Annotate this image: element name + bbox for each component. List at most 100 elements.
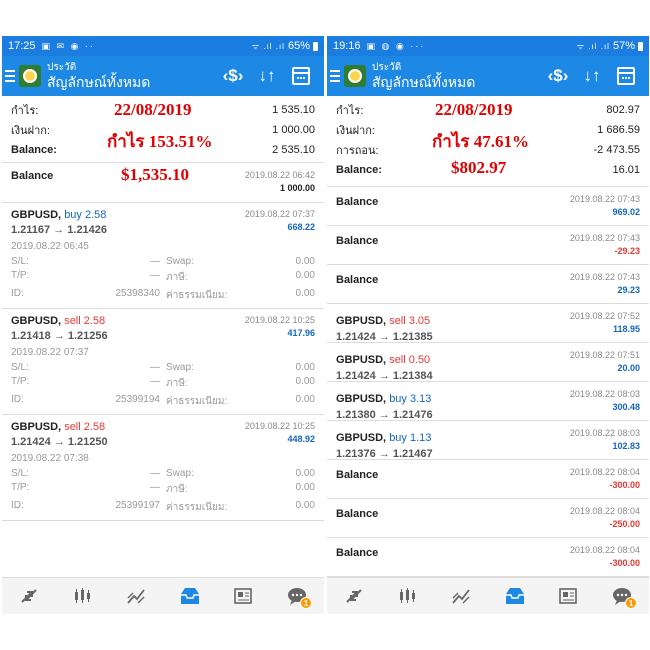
trade-icon[interactable] <box>446 581 476 611</box>
news-icon[interactable] <box>553 581 583 611</box>
right-phone-screen: 19:16 ▣ ◍ ◉ ··· ᯤ .ıl .ıl 57% ประวัติ สั… <box>327 36 649 614</box>
tax-value: 0.00 <box>295 376 315 387</box>
app-bar-title: สัญลักษณ์ทั้งหมด <box>47 73 151 90</box>
app-bar-titles[interactable]: ประวัติ สัญลักษณ์ทั้งหมด <box>372 62 541 90</box>
deal-prices: 1.21380 → 1.21476 <box>336 409 433 421</box>
deal-close-time: 2019.08.22 10:25 <box>244 421 315 431</box>
balance-row[interactable]: Balance 2019.08.22 08:04 -300.00 <box>327 460 649 499</box>
row-time: 2019.08.22 07:43 <box>569 272 640 282</box>
trade-icon[interactable] <box>121 581 151 611</box>
swap-label: Swap: <box>166 362 194 373</box>
sl-label: S/L: <box>11 362 29 373</box>
app-logo-icon <box>344 65 366 87</box>
balance-row[interactable]: Balance 2019.08.22 08:04 -300.00 <box>327 538 649 577</box>
deal-row[interactable]: GBPUSD, sell 0.50 1.21424 → 1.21384 2019.0… <box>327 343 649 382</box>
tp-label: T/P: <box>11 482 30 493</box>
balance-row[interactable]: Balance 2019.08.22 07:43 969.02 <box>327 187 649 226</box>
notification-icons: ▣ ◍ ◉ ··· <box>366 40 426 51</box>
tax-value: 0.00 <box>295 482 315 493</box>
balance-row[interactable]: Balance 2019.08.22 08:04 -250.00 <box>327 499 649 538</box>
deal-row[interactable]: GBPUSD, sell 2.58 2019.08.22 10:25 448.9… <box>2 415 324 521</box>
deal-row[interactable]: GBPUSD, sell 3.05 1.21424 → 1.21385 2019.0… <box>327 304 649 343</box>
balance-label: Balance <box>336 508 379 520</box>
id-value: 25399197 <box>115 500 161 511</box>
tp-value: — <box>150 270 160 281</box>
news-icon[interactable] <box>228 581 258 611</box>
calendar-button[interactable] <box>609 56 643 96</box>
balance-row[interactable]: Balance 2019.08.22 07:43 -29.23 <box>327 226 649 265</box>
deal-symbol: GBPUSD, <box>11 315 62 327</box>
row-amount: 29.23 <box>617 285 640 295</box>
status-bar: 19:16 ▣ ◍ ◉ ··· ᯤ .ıl .ıl 57% <box>327 36 649 56</box>
chat-icon[interactable]: 1 <box>282 581 313 611</box>
account-summary: กำไร: 802.97 เงินฝาก: 1 686.59 การถอน: -… <box>327 96 649 187</box>
row-time: 2019.08.22 08:03 <box>569 428 640 438</box>
balance-amount: 1 000.00 <box>279 183 315 193</box>
menu-icon[interactable] <box>5 70 15 82</box>
deal-side: sell 2.58 <box>64 315 106 327</box>
chart-icon[interactable] <box>392 581 422 611</box>
overlay-amount: $802.97 <box>451 158 507 177</box>
deal-row[interactable]: GBPUSD, sell 2.58 2019.08.22 10:25 417.9… <box>2 309 324 415</box>
tax-label: ภาษี: <box>166 484 188 495</box>
summary-key: การถอน: <box>336 145 379 157</box>
battery-level: 65% <box>287 40 310 52</box>
deal-side: sell 3.05 <box>389 315 431 327</box>
app-bar-titles[interactable]: ประวัติ สัญลักษณ์ทั้งหมด <box>47 62 216 90</box>
chat-icon[interactable]: 1 <box>607 581 638 611</box>
app-bar: ประวัติ สัญลักษณ์ทั้งหมด ‹$› ↓↑ <box>2 56 324 96</box>
balance-row[interactable]: Balance 2019.08.22 07:43 29.23 <box>327 265 649 304</box>
status-time: 19:16 <box>333 40 361 52</box>
sort-button[interactable]: ↓↑ <box>250 56 284 96</box>
bottom-nav: 1 <box>2 577 324 614</box>
row-time: 2019.08.22 07:43 <box>569 194 640 204</box>
summary-value: 1 000.00 <box>272 124 315 136</box>
quotes-icon[interactable] <box>14 581 44 611</box>
row-time: 2019.08.22 08:04 <box>569 467 640 477</box>
row-time: 2019.08.22 08:03 <box>569 389 640 399</box>
history-icon[interactable] <box>500 581 530 611</box>
row-amount: 969.02 <box>612 207 640 217</box>
summary-value: 1 535.10 <box>272 104 315 116</box>
deal-row[interactable]: GBPUSD, buy 1.13 1.21376 → 1.21467 2019.08… <box>327 421 649 460</box>
balance-label: Balance <box>336 469 379 481</box>
menu-icon[interactable] <box>330 70 340 82</box>
account-summary: กำไร: 1 535.10 เงินฝาก: 1 000.00 Balance… <box>2 96 324 163</box>
deal-open-time: 2019.08.22 06:45 <box>11 241 89 252</box>
row-amount: 102.83 <box>612 441 640 451</box>
id-value: 25399194 <box>115 394 161 405</box>
fee-label: ค่าธรรมเนียม: <box>166 502 228 513</box>
symbol-filter-button[interactable]: ‹$› <box>216 56 250 96</box>
calendar-icon <box>617 67 635 85</box>
deal-details: S/L: — Swap: 0.00 T/P: — ภาษี: 0.00 ID: 2539919… <box>11 468 315 515</box>
deal-close-time: 2019.08.22 07:37 <box>244 209 315 219</box>
row-time: 2019.08.22 07:51 <box>569 350 640 360</box>
deal-details: S/L: — Swap: 0.00 T/P: — ภาษี: 0.00 ID: 2539919… <box>11 362 315 409</box>
quotes-icon[interactable] <box>339 581 369 611</box>
balance-label: Balance <box>336 196 379 208</box>
deal-prices: 1.21424 → 1.21384 <box>336 370 433 382</box>
tax-label: ภาษี: <box>166 378 188 389</box>
fee-value: 0.00 <box>295 500 315 511</box>
balance-label: Balance <box>336 274 379 286</box>
calendar-icon <box>292 67 310 85</box>
sort-button[interactable]: ↓↑ <box>575 56 609 96</box>
symbol-filter-button[interactable]: ‹$› <box>541 56 575 96</box>
history-icon[interactable] <box>175 581 205 611</box>
balance-label: Balance <box>11 170 54 182</box>
calendar-button[interactable] <box>284 56 318 96</box>
fee-value: 0.00 <box>295 288 315 299</box>
fee-label: ค่าธรรมเนียม: <box>166 290 228 301</box>
app-bar-subtitle: ประวัติ <box>372 62 402 74</box>
signal-icon: ᯤ .ıl .ıl <box>251 41 285 51</box>
battery-icon <box>638 41 643 51</box>
app-logo-icon <box>19 65 41 87</box>
summary-key: เงินฝาก: <box>336 125 375 137</box>
chart-icon[interactable] <box>67 581 97 611</box>
row-amount: 300.48 <box>612 402 640 412</box>
deal-row[interactable]: GBPUSD, buy 3.13 1.21380 → 1.21476 2019.08… <box>327 382 649 421</box>
bottom-nav: 1 <box>327 577 649 614</box>
deal-row[interactable]: GBPUSD, buy 2.58 2019.08.22 07:37 668.22… <box>2 203 324 309</box>
deal-close-time: 2019.08.22 10:25 <box>244 315 315 325</box>
balance-row[interactable]: Balance 2019.08.22 06:42 1 000.00 $1,535… <box>2 163 324 203</box>
